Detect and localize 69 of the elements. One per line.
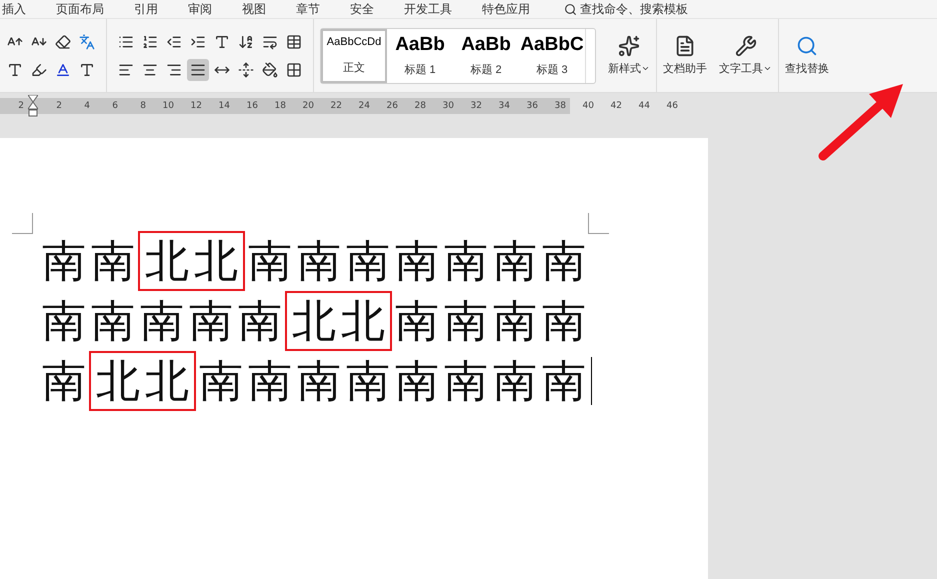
ruler-number: 6: [111, 100, 119, 110]
ruler-number: 14: [218, 100, 231, 110]
ruler-number: 24: [358, 100, 371, 110]
ruler-number: 8: [139, 100, 147, 110]
body-text: 南南: [41, 234, 140, 288]
body-text: 南: [41, 354, 91, 408]
highlighted-text: 北北: [91, 353, 194, 409]
body-text: 南南南南: [394, 294, 591, 348]
style-sample: AaBb: [461, 34, 511, 56]
style-tile[interactable]: AaBbCcDd 正文: [321, 28, 387, 82]
menu-tab[interactable]: 章节: [294, 0, 338, 18]
align-right-icon: [166, 62, 182, 78]
ruler-number: 2: [55, 100, 63, 110]
ruler-number: 22: [330, 100, 343, 110]
style-name: 标题 3: [536, 63, 568, 78]
ruler-number: 20: [302, 100, 315, 110]
menu-tab[interactable]: 页面布局: [54, 0, 122, 18]
ruler-number: 28: [414, 100, 427, 110]
indent-marker-icon[interactable]: [28, 94, 38, 116]
menu-tab[interactable]: 审阅: [186, 0, 230, 18]
menu-tab[interactable]: 开发工具: [402, 0, 470, 18]
style-sample: AaBbC: [521, 34, 583, 56]
align-center-icon: [142, 62, 158, 78]
margin-corner-mark: [12, 213, 33, 234]
new-style-icon: [618, 35, 640, 57]
document-assistant-button[interactable]: 文档助手: [657, 35, 713, 76]
menu-tab[interactable]: 插入: [0, 0, 44, 18]
style-name: 正文: [343, 60, 365, 75]
ruler-number: 46: [666, 100, 679, 110]
search-icon: [564, 2, 577, 16]
ruler-number: 16: [246, 100, 259, 110]
ruler-number: 26: [386, 100, 399, 110]
find-icon: [796, 35, 818, 57]
align-button[interactable]: [187, 58, 209, 80]
align-left-icon: [118, 62, 134, 78]
ruler-number: 18: [274, 100, 287, 110]
ruler-number: 40: [582, 100, 595, 110]
style-sample: AaBbCcDd: [326, 36, 382, 48]
ruler-number: 42: [610, 100, 623, 110]
find-replace-button[interactable]: 查找替换: [779, 35, 835, 76]
style-sample: AaBb: [395, 34, 445, 56]
text-tools-button[interactable]: 文字工具: [713, 35, 778, 76]
text-cursor: [591, 357, 592, 405]
menu-tab[interactable]: 特色应用: [480, 0, 548, 18]
ruler-number: 12: [190, 100, 203, 110]
ruler-number: 4: [83, 100, 91, 110]
style-name: 标题 1: [404, 63, 436, 78]
ruler-number: 32: [470, 100, 483, 110]
align-justify-icon: [190, 62, 206, 78]
new-style-button[interactable]: 新样式: [602, 35, 656, 76]
style-name: 标题 2: [470, 63, 502, 78]
margin-corner-mark: [588, 213, 609, 234]
ruler-number: 2: [17, 100, 25, 110]
body-text: 南南南南南: [41, 294, 287, 348]
ruler-number: 44: [638, 100, 651, 110]
ruler-number: 10: [162, 100, 175, 110]
ruler-number: 34: [498, 100, 511, 110]
ruler-number: 38: [554, 100, 567, 110]
highlighted-text: 北北: [287, 293, 390, 349]
ruler-number: 36: [526, 100, 539, 110]
text-tools-icon: [734, 35, 756, 57]
menu-tab[interactable]: 视图: [240, 0, 284, 18]
menu-tab[interactable]: 安全: [348, 0, 392, 18]
ruler-number: 30: [442, 100, 455, 110]
highlighted-text: 北北: [140, 233, 243, 289]
menu-tab[interactable]: 引用: [132, 0, 176, 18]
assistant-icon: [674, 35, 696, 57]
body-text: 南南南南南南南: [247, 234, 591, 288]
body-text: 南南南南南南南南: [198, 354, 591, 408]
